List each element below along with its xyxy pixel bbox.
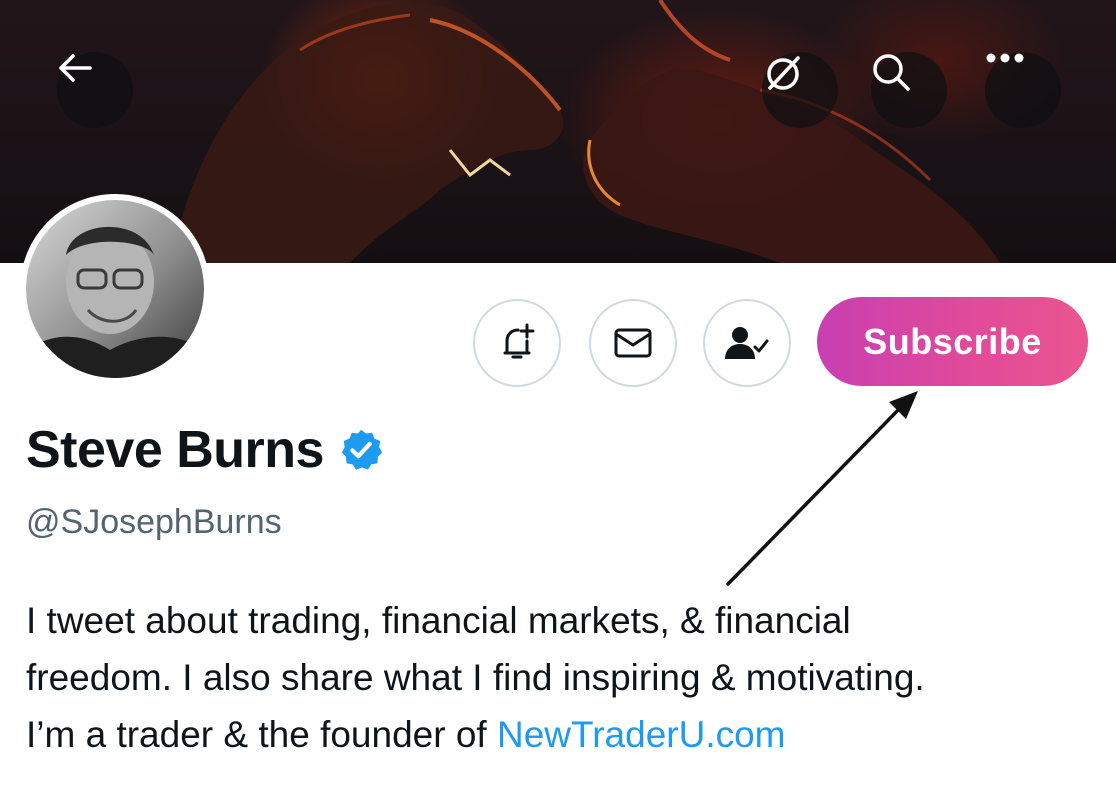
message-button[interactable]	[589, 299, 677, 387]
search-icon	[873, 54, 910, 91]
bio-line-1: I tweet about trading, financial markets…	[26, 600, 851, 641]
bell-plus-icon	[503, 323, 535, 359]
verified-badge-icon[interactable]	[338, 427, 384, 473]
grok-button[interactable]	[762, 52, 838, 128]
arrow-left-icon	[59, 54, 92, 82]
notifications-button[interactable]	[473, 299, 561, 387]
more-button[interactable]	[985, 52, 1061, 128]
profile-avatar[interactable]	[20, 194, 210, 384]
slashed-circle-icon	[767, 56, 800, 90]
envelope-icon	[614, 328, 652, 358]
bio-line-3-text: I’m a trader & the founder of	[26, 714, 497, 755]
profile-bio: I tweet about trading, financial markets…	[26, 592, 1106, 763]
more-horizontal-icon	[986, 53, 1024, 63]
search-button[interactable]	[871, 52, 947, 128]
bio-line-2: freedom. I also share what I find inspir…	[26, 657, 925, 698]
profile-name: Steve Burns	[26, 421, 324, 479]
person-check-icon	[725, 327, 769, 359]
bio-website-link[interactable]: NewTraderU.com	[497, 714, 786, 755]
back-button[interactable]	[57, 52, 133, 128]
subscribe-button[interactable]: Subscribe	[817, 297, 1088, 386]
following-button[interactable]	[703, 299, 791, 387]
profile-name-row: Steve Burns	[26, 420, 384, 480]
profile-handle: @SJosephBurns	[26, 503, 282, 541]
person-photo-icon	[26, 226, 204, 378]
bio-line-3: I’m a trader & the founder of NewTraderU…	[26, 706, 1106, 763]
avatar-photo	[26, 200, 204, 378]
